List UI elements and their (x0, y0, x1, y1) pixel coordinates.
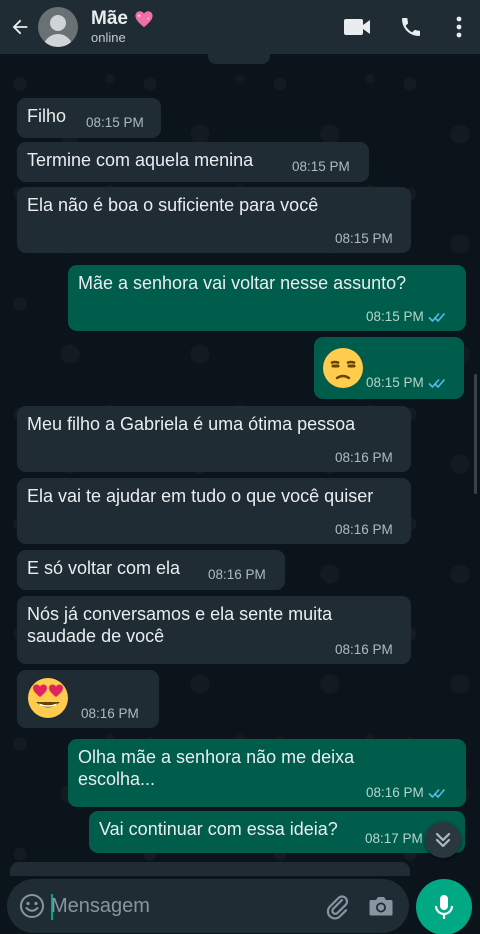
message-time: 08:16 PM (335, 522, 393, 537)
heart-eyes-emoji (28, 678, 68, 718)
message-text: E só voltar com ela (27, 558, 181, 578)
microphone-icon (434, 895, 454, 919)
message-outgoing[interactable]: Vai continuar com essa ideia? 08:17 PM (89, 811, 465, 853)
emoji-smile-icon[interactable] (19, 893, 45, 919)
video-call-icon (344, 19, 370, 35)
phone-icon (402, 18, 420, 36)
message-text: Filho (27, 106, 67, 126)
message-input[interactable] (51, 887, 311, 925)
message-time: 08:15 PM (366, 375, 446, 391)
unamused-face-emoji (323, 348, 363, 388)
scroll-to-bottom-button[interactable] (425, 822, 461, 858)
voice-call-button[interactable] (384, 0, 438, 54)
double-check-read-icon (428, 378, 445, 389)
message-incoming[interactable]: Termine com aquela menina 08:15 PM (17, 142, 369, 182)
message-time: 08:16 PM (366, 785, 446, 801)
message-time: 08:16 PM (335, 642, 393, 657)
double-check-read-icon (428, 312, 445, 323)
voice-record-button[interactable] (416, 879, 472, 934)
message-composer (7, 879, 409, 933)
message-incoming[interactable]: 08:16 PM (17, 670, 159, 728)
contact-name: Mãe (91, 8, 154, 30)
message-text: Vai continuar com essa ideia? (99, 819, 338, 839)
message-time: 08:15 PM (292, 159, 350, 174)
message-text: Ela vai te ajudar em tudo o que você qui… (27, 486, 374, 506)
message-incoming[interactable]: Filho 08:15 PM (17, 98, 161, 138)
message-time: 08:15 PM (366, 309, 446, 325)
video-call-button[interactable] (330, 0, 384, 54)
message-text: Termine com aquela menina (27, 150, 254, 170)
more-options-button[interactable] (438, 0, 480, 54)
message-text: Ela não é boa o suficiente para você (27, 195, 319, 215)
contact-status: online (91, 30, 126, 45)
camera-icon[interactable] (367, 892, 395, 920)
arrow-left-icon (12, 19, 28, 35)
message-time: 08:16 PM (81, 706, 139, 721)
scrollbar[interactable] (474, 374, 477, 494)
message-time: 08:16 PM (208, 567, 266, 582)
sparkling-heart-emoji (135, 11, 153, 28)
avatar[interactable] (38, 7, 78, 47)
double-check-read-icon (428, 788, 445, 799)
more-vert-icon (456, 16, 462, 38)
message-incoming[interactable]: Meu filho a Gabriela é uma ótima pessoa … (17, 406, 411, 472)
message-text: Meu filho a Gabriela é uma ótima pessoa (27, 414, 356, 434)
chat-header: Mãe online (0, 0, 480, 54)
message-outgoing[interactable]: Olha mãe a senhora não me deixa escolha.… (68, 739, 466, 807)
message-time: 08:15 PM (86, 115, 144, 130)
chat-area[interactable]: Filho 08:15 PM Termine com aquela menina… (0, 54, 480, 880)
message-time: 08:16 PM (335, 450, 393, 465)
message-incoming[interactable]: E só voltar com ela 08:16 PM (17, 550, 285, 590)
contact-info[interactable]: Mãe online (91, 8, 154, 46)
message-text: Olha mãe a senhora não me deixa escolha.… (78, 747, 355, 789)
message-outgoing[interactable]: 08:15 PM (314, 337, 464, 399)
message-outgoing[interactable]: Mãe a senhora vai voltar nesse assunto? … (68, 265, 466, 331)
back-button[interactable] (0, 0, 40, 54)
message-time: 08:15 PM (335, 231, 393, 246)
message-incoming[interactable]: Ela vai te ajudar em tudo o que você qui… (17, 478, 411, 544)
message-incoming[interactable]: Ela não é boa o suficiente para você 08:… (17, 187, 411, 253)
paperclip-icon[interactable] (323, 892, 351, 920)
date-chip (208, 54, 270, 64)
partial-message (10, 862, 410, 876)
message-text: Nós já conversamos e ela sente muita sau… (27, 604, 333, 646)
message-incoming[interactable]: Nós já conversamos e ela sente muita sau… (17, 596, 411, 664)
message-text: Mãe a senhora vai voltar nesse assunto? (78, 273, 407, 293)
chevron-double-down-icon (435, 832, 451, 848)
